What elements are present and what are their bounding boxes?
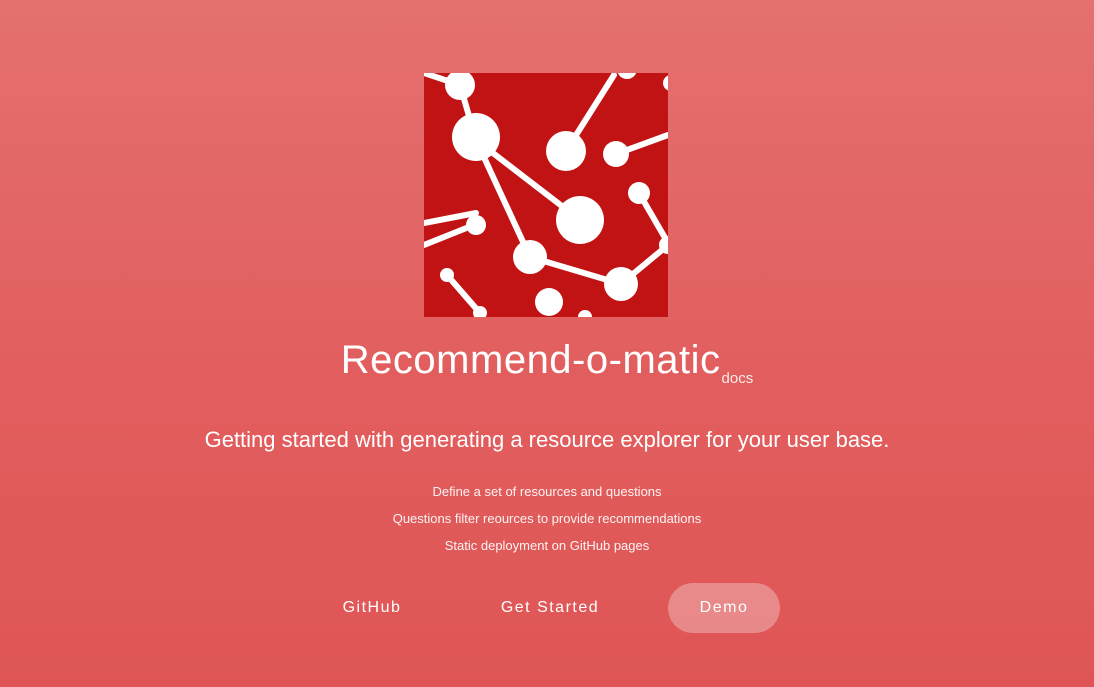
page-header: Recommend-o-maticdocs (0, 338, 1094, 387)
feature-item: Static deployment on GitHub pages (444, 538, 650, 553)
feature-item: Define a set of resources and questions (432, 484, 662, 499)
network-graph-svg (424, 73, 668, 317)
get-started-button[interactable]: Get Started (476, 583, 624, 633)
docs-label: docs (721, 370, 754, 387)
network-graph-icon (424, 73, 668, 317)
github-button[interactable]: GitHub (316, 583, 428, 633)
feature-item: Questions filter reources to provide rec… (392, 511, 702, 526)
demo-button[interactable]: Demo (668, 583, 780, 633)
tagline: Getting started with generating a resour… (204, 427, 890, 452)
feature-list: Define a set of resources and questions … (0, 482, 1094, 563)
page-title: Recommend-o-matic (340, 338, 721, 382)
